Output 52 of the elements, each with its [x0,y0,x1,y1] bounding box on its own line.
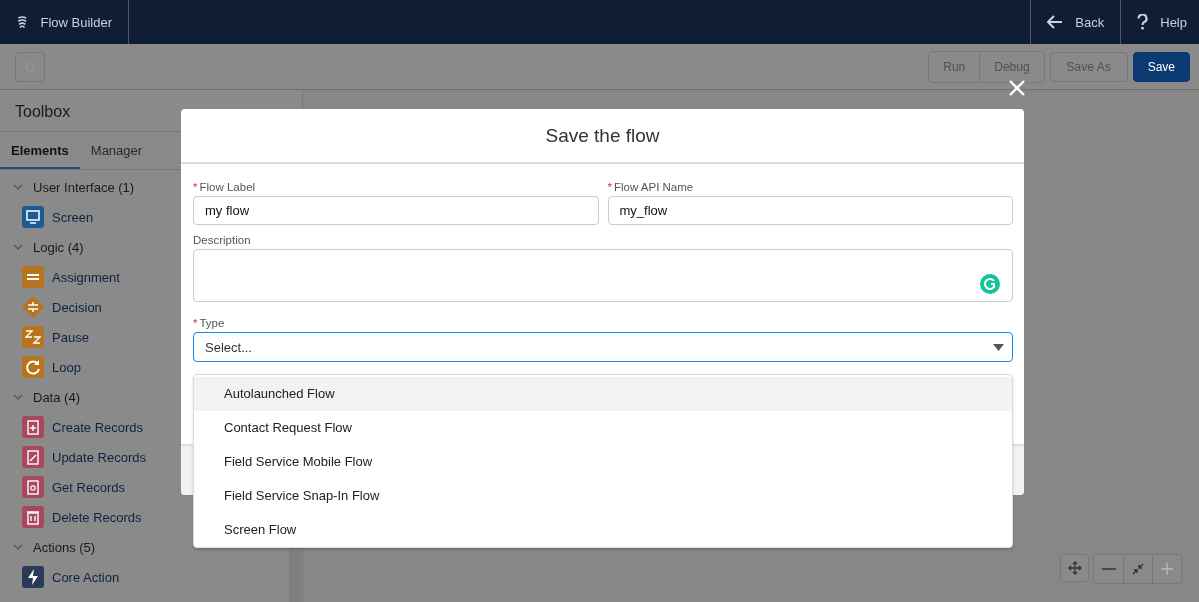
input-field[interactable]: my_flow [607,196,1013,225]
type-select[interactable]: Select... [193,332,1013,362]
element-label[interactable]: Screen [52,209,94,225]
field-label: Description [193,234,251,246]
required-mark: * [193,181,198,193]
dialog-title: Save the flow [545,124,660,147]
shrink-arrows-icon [1132,563,1144,575]
element-label[interactable]: Update Records [52,449,146,465]
element-label[interactable]: Create Records [52,419,144,435]
help-icon [1137,14,1149,30]
chevron-icon [13,184,23,190]
field-label: Flow Label [199,181,256,193]
app-title: Flow Builder [40,14,112,30]
section-header[interactable]: User Interface (1) [0,172,135,202]
dropdown-option[interactable]: Field Service Mobile Flow [194,445,1012,479]
input-field[interactable]: my flow [193,196,599,225]
element-label[interactable]: Pause [52,329,89,345]
required-mark: * [193,317,198,329]
tab[interactable]: Elements [0,132,80,169]
section-header[interactable]: Logic (4) [0,232,84,262]
section-header[interactable]: Data (4) [0,382,80,412]
move-arrows-icon [1067,561,1082,575]
grammar-assistant-icon [980,274,1000,294]
plus-icon [1161,563,1173,575]
element-label[interactable]: Get Records [52,479,125,495]
tab[interactable]: Manager [79,132,154,169]
element-label[interactable]: Assignment [52,269,120,285]
dropdown-option[interactable]: Field Service Snap-In Flow [194,479,1012,513]
dropdown-option[interactable]: Screen Flow [194,513,1012,547]
field-label: Type [199,317,225,329]
zoom-in-button[interactable] [1152,555,1181,583]
description-field[interactable] [193,249,1013,302]
chevron-icon [13,244,23,250]
settings-button[interactable] [15,51,45,82]
required-mark: * [607,181,612,193]
back-arrow-icon [1047,15,1064,29]
section-header[interactable]: Actions (5) [0,532,96,562]
save-button[interactable]: Save [1132,51,1190,82]
element-label[interactable]: Loop [52,359,81,375]
chevron-icon [13,394,23,400]
element-label[interactable]: Decision [52,299,102,315]
pan-button[interactable] [1060,554,1089,582]
dropdown-option[interactable]: Contact Request Flow [194,411,1012,445]
flow-logo-icon [16,14,29,30]
dropdown-caret-icon [993,344,1004,351]
field-label: Flow API Name [614,181,694,193]
dropdown-option[interactable]: Autolaunched Flow [194,377,1012,411]
close-icon [1008,79,1026,97]
minus-icon [1101,568,1116,570]
chevron-icon [13,544,23,550]
element-label[interactable]: Core Action [52,569,120,585]
element-label[interactable]: Delete Records [52,509,142,525]
